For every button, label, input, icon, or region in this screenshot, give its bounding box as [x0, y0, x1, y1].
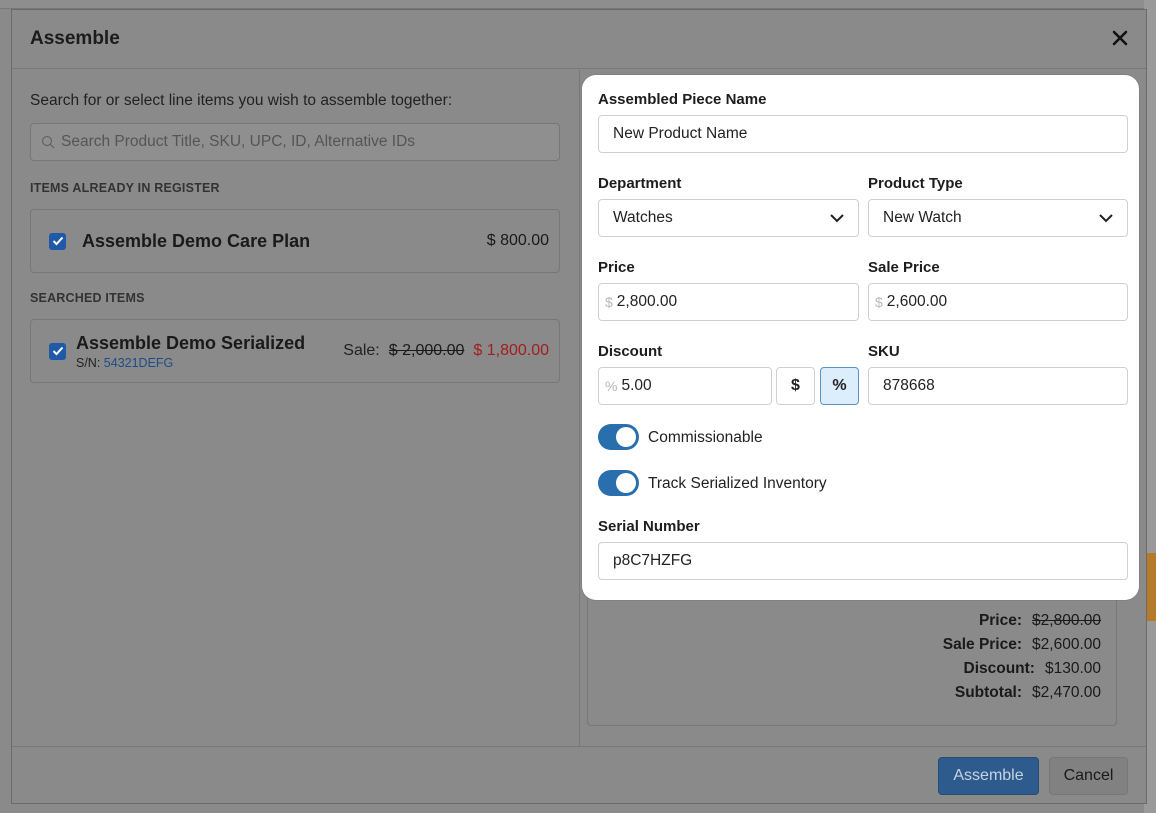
percent-prefix: % — [605, 378, 618, 394]
check-icon — [52, 236, 63, 246]
searched-section-label: SEARCHED ITEMS — [30, 291, 145, 305]
sku-label: SKU — [868, 343, 900, 360]
modal-title: Assemble — [30, 28, 120, 49]
summary-subtotal-value: $2,470.00 — [1032, 684, 1101, 701]
item-name: Assemble Demo Care Plan — [82, 230, 311, 251]
original-price: $ 2,000.00 — [388, 342, 465, 359]
modal-footer: Assemble Cancel — [12, 746, 1146, 804]
dollar-prefix: $ — [605, 294, 613, 310]
search-icon — [41, 135, 55, 149]
discount-value: 5.00 — [621, 377, 652, 394]
price-input[interactable]: $ 2,800.00 — [598, 283, 859, 321]
checkbox-checked[interactable] — [49, 342, 66, 360]
price-label: Price — [598, 259, 635, 276]
searched-item[interactable]: Assemble Demo Serialized S/N: 54321DEFG … — [30, 319, 560, 383]
item-serial: S/N: 54321DEFG — [76, 356, 305, 370]
assemble-button[interactable]: Assemble — [938, 756, 1039, 795]
discount-percent-button[interactable]: % — [820, 367, 859, 405]
piece-name-value: New Product Name — [613, 125, 748, 142]
dollar-prefix: $ — [875, 294, 883, 310]
commissionable-toggle[interactable] — [598, 424, 639, 450]
chevron-down-icon — [1099, 213, 1113, 222]
instructions-text: Search for or select line items you wish… — [30, 92, 453, 109]
price-summary: Price: $2,800.00 Sale Price: $2,600.00 D… — [587, 598, 1117, 726]
product-type-select[interactable]: New Watch — [868, 199, 1128, 237]
item-sale-price: Sale: $ 2,000.00 $ 1,800.00 — [343, 342, 549, 360]
toggle-knob — [616, 473, 636, 493]
serial-number-value: p8C7HZFG — [613, 552, 693, 569]
serial-number-label: Serial Number — [598, 518, 700, 535]
discount-label: Discount — [598, 343, 663, 360]
price-value: 2,800.00 — [616, 293, 678, 310]
cancel-button[interactable]: Cancel — [1049, 756, 1128, 795]
search-placeholder: Search Product Title, SKU, UPC, ID, Alte… — [61, 133, 416, 150]
department-label: Department — [598, 175, 682, 192]
summary-discount-value: $130.00 — [1044, 660, 1101, 677]
product-type-value: New Watch — [883, 209, 962, 226]
assembled-piece-form: Assembled Piece Name New Product Name De… — [582, 75, 1139, 600]
summary-price-label: Price: — [978, 612, 1023, 629]
track-serialized-toggle[interactable] — [598, 470, 639, 496]
track-serialized-label: Track Serialized Inventory — [648, 475, 827, 492]
register-section-label: ITEMS ALREADY IN REGISTER — [30, 181, 220, 195]
piece-name-input[interactable]: New Product Name — [598, 115, 1128, 153]
commissionable-label: Commissionable — [648, 429, 763, 446]
background-orange-block — [1146, 553, 1156, 621]
check-icon — [52, 346, 63, 356]
piece-name-label: Assembled Piece Name — [598, 91, 767, 108]
summary-discount-label: Discount: — [963, 660, 1035, 677]
summary-subtotal: Subtotal: $2,470.00 — [588, 684, 1101, 702]
summary-sale-price: Sale Price: $2,600.00 — [588, 636, 1101, 654]
summary-price: Price: $2,800.00 — [588, 612, 1101, 630]
modal-header: Assemble — [12, 10, 1146, 69]
summary-price-value: $2,800.00 — [1032, 612, 1101, 629]
search-input[interactable]: Search Product Title, SKU, UPC, ID, Alte… — [30, 123, 560, 161]
checkbox-checked[interactable] — [49, 232, 66, 250]
close-icon[interactable] — [1112, 27, 1128, 51]
discount-input[interactable]: % 5.00 — [598, 367, 772, 405]
sale-price-label: Sale Price — [868, 259, 940, 276]
sku-value: 878668 — [883, 377, 935, 394]
item-text: Assemble Demo Serialized S/N: 54321DEFG — [76, 333, 305, 370]
item-price: $ 800.00 — [486, 232, 549, 249]
serial-link[interactable]: 54321DEFG — [104, 356, 173, 370]
left-pane: Search for or select line items you wish… — [12, 70, 580, 746]
serial-label: S/N: — [76, 355, 101, 370]
discount-dollar-button[interactable]: $ — [776, 367, 815, 405]
register-item[interactable]: Assemble Demo Care Plan $ 800.00 — [30, 209, 560, 273]
summary-sale-price-value: $2,600.00 — [1032, 636, 1101, 653]
chevron-down-icon — [830, 213, 844, 222]
summary-sale-price-label: Sale Price: — [942, 636, 1023, 653]
toggle-knob — [616, 427, 636, 447]
serial-number-input[interactable]: p8C7HZFG — [598, 542, 1128, 580]
item-name: Assemble Demo Serialized — [76, 332, 306, 353]
department-value: Watches — [613, 209, 673, 226]
product-type-label: Product Type — [868, 175, 963, 192]
sku-input[interactable]: 878668 — [868, 367, 1128, 405]
sale-price-input[interactable]: $ 2,600.00 — [868, 283, 1128, 321]
sale-price-value: 2,600.00 — [886, 293, 948, 310]
sale-label: Sale: — [343, 342, 380, 359]
sale-price: $ 1,800.00 — [473, 342, 549, 359]
background-top-bar — [0, 0, 1156, 9]
summary-subtotal-label: Subtotal: — [954, 684, 1023, 701]
department-select[interactable]: Watches — [598, 199, 859, 237]
summary-discount: Discount: $130.00 — [588, 660, 1102, 678]
